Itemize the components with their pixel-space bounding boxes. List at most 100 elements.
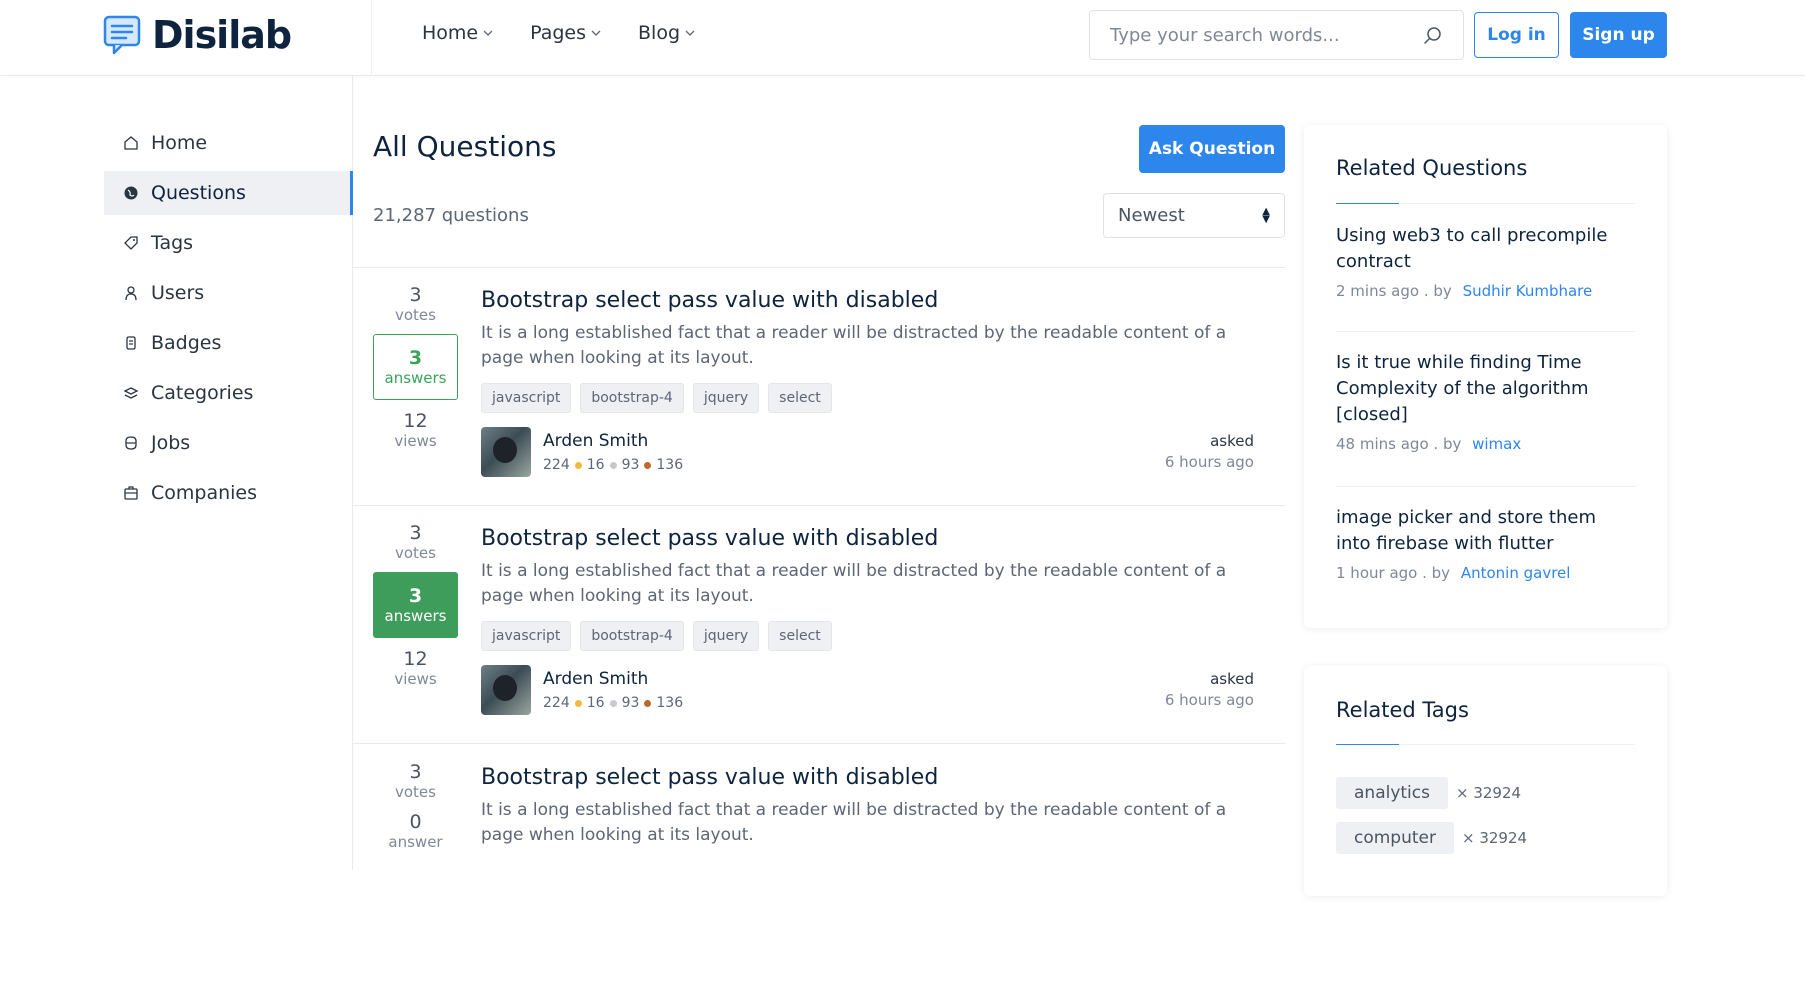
author-name[interactable]: Arden Smith xyxy=(543,431,683,451)
user-icon xyxy=(123,285,139,301)
sort-value: Newest xyxy=(1118,205,1185,226)
vote-count: 3 xyxy=(409,761,422,783)
chevron-down-icon xyxy=(685,30,695,36)
gold-badge-icon xyxy=(574,461,582,469)
sort-arrows-icon: ▲ ▼ xyxy=(1262,205,1270,225)
question-body: Bootstrap select pass value with disable… xyxy=(481,765,1271,860)
brand-name: Disilab xyxy=(152,13,292,57)
chat-bubble-icon xyxy=(103,15,141,55)
sidebar-item-label: Tags xyxy=(151,232,194,254)
sidebar-item-users[interactable]: Users xyxy=(104,271,353,315)
related-tag-row: analytics × 32924 xyxy=(1336,777,1521,809)
related-question-title[interactable]: Is it true while finding Time Complexity… xyxy=(1336,350,1635,428)
author-name[interactable]: Arden Smith xyxy=(543,669,683,689)
sort-select[interactable]: Newest ▲ ▼ xyxy=(1103,193,1285,238)
question-stats: 3 votes 3 answers 12 views xyxy=(373,284,458,450)
question-title[interactable]: Bootstrap select pass value with disable… xyxy=(481,288,1271,313)
related-question-item: image picker and store them into firebas… xyxy=(1336,505,1635,582)
answer-count: 3 xyxy=(408,347,423,369)
avatar[interactable] xyxy=(481,665,531,715)
sidebar-item-label: Users xyxy=(151,282,205,304)
search-input[interactable] xyxy=(1110,24,1423,46)
asked-info: asked 6 hours ago xyxy=(1165,669,1254,711)
answer-count-box: 3 answers xyxy=(373,334,458,400)
nav-blog-label: Blog xyxy=(638,22,681,44)
sidebar-item-home[interactable]: Home xyxy=(104,121,353,165)
layers-icon xyxy=(123,385,139,401)
related-question-by: . by xyxy=(1423,282,1452,300)
sidebar-item-label: Jobs xyxy=(151,432,191,454)
question-item: 3 votes 3 answers 12 views Bootstrap sel… xyxy=(353,268,1285,506)
tag-chip[interactable]: jquery xyxy=(692,621,760,651)
left-sidebar: Home Questions Tags Users Badges Categor… xyxy=(104,121,353,521)
vote-label: votes xyxy=(395,306,436,324)
sidebar-item-companies[interactable]: Companies xyxy=(104,471,353,515)
tag-chip[interactable]: javascript xyxy=(481,383,572,413)
vote-label: votes xyxy=(395,783,436,801)
related-questions-widget: Related Questions Using web3 to call pre… xyxy=(1304,125,1667,628)
related-question-item: Is it true while finding Time Complexity… xyxy=(1336,350,1635,453)
answer-label: answers xyxy=(384,607,447,625)
header-divider xyxy=(371,0,372,76)
nav-pages[interactable]: Pages xyxy=(530,22,602,44)
question-stats: 3 votes 3 answers 12 views xyxy=(373,522,458,688)
related-question-title[interactable]: Using web3 to call precompile contract xyxy=(1336,223,1635,275)
question-title[interactable]: Bootstrap select pass value with disable… xyxy=(481,526,1271,551)
tag-chip[interactable]: select xyxy=(768,621,832,651)
view-label: views xyxy=(394,432,437,450)
nav-home[interactable]: Home xyxy=(422,22,494,44)
related-question-title[interactable]: image picker and store them into firebas… xyxy=(1336,505,1635,557)
reputation: 224 16 93 136 xyxy=(543,457,683,473)
ask-question-button[interactable]: Ask Question xyxy=(1139,125,1285,173)
related-tag-chip[interactable]: analytics xyxy=(1336,777,1448,809)
related-tag-chip[interactable]: computer xyxy=(1336,822,1454,854)
related-question-item: Using web3 to call precompile contract 2… xyxy=(1336,223,1635,300)
question-item: 3 votes 3 answers 12 views Bootstrap sel… xyxy=(353,506,1285,744)
related-tags-widget: Related Tags analytics × 32924 computer … xyxy=(1304,666,1667,896)
sidebar-item-questions[interactable]: Questions xyxy=(104,171,353,215)
tag-chip[interactable]: select xyxy=(768,383,832,413)
tag-chip[interactable]: bootstrap-4 xyxy=(580,383,684,413)
home-icon xyxy=(123,135,139,151)
asked-time: 6 hours ago xyxy=(1164,453,1254,471)
view-count: 12 xyxy=(403,648,428,670)
asked-label: asked xyxy=(1210,432,1254,450)
tag-chip[interactable]: javascript xyxy=(481,621,572,651)
reputation: 224 16 93 136 xyxy=(543,695,683,711)
related-tag-count: × 32924 xyxy=(1456,784,1522,802)
sidebar-item-badges[interactable]: Badges xyxy=(104,321,353,365)
question-tags: javascript bootstrap-4 jquery select xyxy=(481,621,1271,651)
bronze-badge-count: 136 xyxy=(656,457,684,473)
answer-label: answers xyxy=(384,369,447,387)
reputation-score: 224 xyxy=(543,457,570,473)
search-icon[interactable] xyxy=(1423,25,1443,45)
sidebar-item-categories[interactable]: Categories xyxy=(104,371,353,415)
tag-icon xyxy=(123,235,139,251)
sidebar-item-tags[interactable]: Tags xyxy=(104,221,353,265)
related-question-by: . by xyxy=(1433,435,1462,453)
nav-blog[interactable]: Blog xyxy=(638,22,696,44)
nav-home-label: Home xyxy=(422,22,479,44)
view-count: 12 xyxy=(403,410,428,432)
related-tag-count: × 32924 xyxy=(1462,829,1528,847)
author-row: Arden Smith 224 16 93 136 asked 6 hours … xyxy=(481,427,1271,477)
login-button[interactable]: Log in xyxy=(1474,12,1559,58)
signup-button[interactable]: Sign up xyxy=(1570,12,1667,58)
vote-count: 3 xyxy=(409,284,422,306)
sidebar-item-jobs[interactable]: Jobs xyxy=(104,421,353,465)
tag-chip[interactable]: bootstrap-4 xyxy=(580,621,684,651)
related-question-meta: 48 mins ago . by wimax xyxy=(1336,435,1635,453)
tag-chip[interactable]: jquery xyxy=(692,383,760,413)
question-count: 21,287 questions xyxy=(373,205,529,226)
related-question-user[interactable]: Antonin gavrel xyxy=(1461,564,1571,582)
related-question-user[interactable]: Sudhir Kumbhare xyxy=(1463,282,1593,300)
related-question-user[interactable]: wimax xyxy=(1472,435,1521,453)
sidebar-item-label: Companies xyxy=(151,482,258,504)
silver-badge-icon xyxy=(609,461,617,469)
answer-count-box: 0 answer xyxy=(373,807,458,855)
avatar[interactable] xyxy=(481,427,531,477)
gold-badge-count: 16 xyxy=(586,457,605,473)
question-title[interactable]: Bootstrap select pass value with disable… xyxy=(481,765,1271,790)
brand-logo[interactable]: Disilab xyxy=(102,12,292,58)
sidebar-item-label: Categories xyxy=(151,382,254,404)
